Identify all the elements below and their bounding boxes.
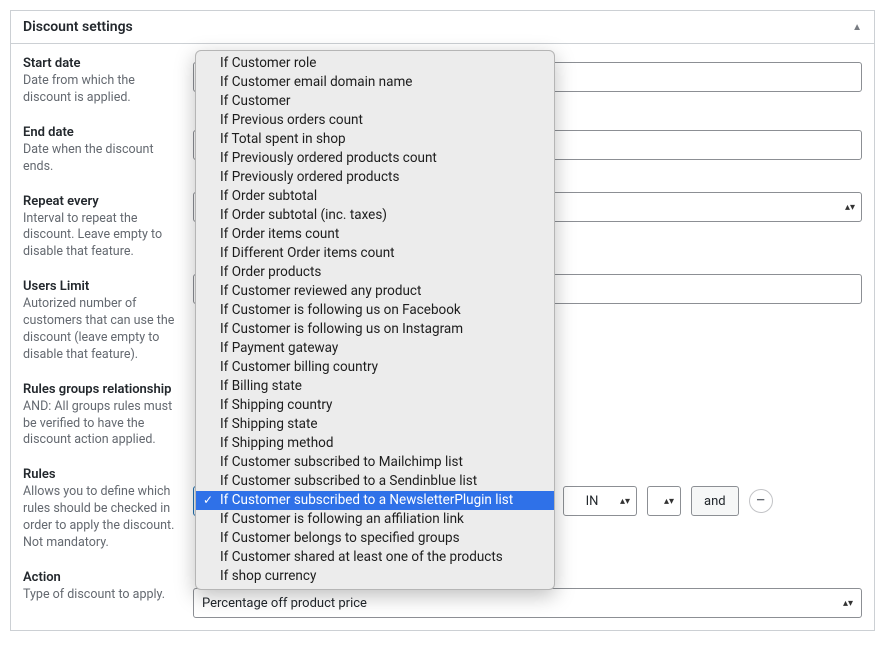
dropdown-item-label: If Previous orders count [220,112,363,128]
dropdown-item[interactable]: ✓ If Customer subscribed to a NewsletterP… [196,491,554,510]
rules-condition-dropdown[interactable]: ✓If Customer role✓If Customer email doma… [195,50,555,590]
dropdown-item[interactable]: ✓If Customer is following an affiliation… [196,510,554,529]
dropdown-item[interactable]: ✓If Customer email domain name [196,73,554,92]
chevron-updown-icon: ▴▾ [664,496,674,507]
label-rules-groups: Rules groups relationship AND: All group… [23,382,179,450]
chevron-updown-icon: ▴▾ [620,496,630,507]
dropdown-item[interactable]: ✓If Order subtotal (inc. taxes) [196,206,554,225]
label-start-date: Start date Date from which the discount … [23,56,179,107]
dropdown-item-label: If Billing state [220,378,302,394]
dropdown-item-label: If Customer subscribed to Mailchimp list [220,454,463,470]
dropdown-item-label: If Customer is following an affiliation … [220,511,464,527]
dropdown-item-label: If Customer reviewed any product [220,283,421,299]
dropdown-item[interactable]: ✓If Customer is following us on Facebook [196,301,554,320]
dropdown-item[interactable]: ✓If Shipping method [196,434,554,453]
action-select[interactable]: Percentage off product price ▴▾ [193,588,862,618]
dropdown-item[interactable]: ✓If Different Order items count [196,244,554,263]
dropdown-item[interactable]: ✓If Order subtotal [196,187,554,206]
rule-operator-select[interactable]: IN ▴▾ [563,486,637,516]
dropdown-item[interactable]: ✓If Payment gateway [196,339,554,358]
dropdown-item-label: If Customer is following us on Instagram [220,321,463,337]
dropdown-item[interactable]: ✓If Customer subscribed to Mailchimp lis… [196,453,554,472]
dropdown-item-label: If Customer subscribed to a NewsletterPl… [220,492,513,508]
dropdown-item[interactable]: ✓If Customer is following us on Instagra… [196,320,554,339]
labels-column: Start date Date from which the discount … [23,56,193,618]
action-select-row: Percentage off product price ▴▾ [193,588,862,618]
dropdown-item[interactable]: ✓If shop currency [196,567,554,586]
dropdown-item-label: If Shipping country [220,397,332,413]
dropdown-item-label: If Customer subscribed to a Sendinblue l… [220,473,477,489]
label-end-date: End date Date when the discount ends. [23,125,179,176]
rule-remove-button[interactable]: − [749,489,773,513]
dropdown-item-label: If Payment gateway [220,340,338,356]
panel-header[interactable]: Discount settings ▲ [11,11,874,44]
dropdown-item[interactable]: ✓If Customer [196,92,554,111]
rule-value-select[interactable]: ▴▾ [647,486,681,516]
dropdown-item[interactable]: ✓If Order items count [196,225,554,244]
dropdown-item-label: If Total spent in shop [220,131,346,147]
inputs-column: ✓If Customer role✓If Customer email doma… [193,56,862,618]
dropdown-item-label: If Order subtotal [220,188,317,204]
panel-title: Discount settings [23,19,133,35]
label-repeat-every: Repeat every Interval to repeat the disc… [23,194,179,262]
dropdown-item[interactable]: ✓If Previously ordered products [196,168,554,187]
dropdown-item[interactable]: ✓If Order products [196,263,554,282]
dropdown-item-label: If Customer is following us on Facebook [220,302,461,318]
dropdown-item-label: If Previously ordered products count [220,150,437,166]
dropdown-item[interactable]: ✓If Billing state [196,377,554,396]
dropdown-item[interactable]: ✓If Shipping country [196,396,554,415]
dropdown-item[interactable]: ✓If Customer billing country [196,358,554,377]
dropdown-item-label: If Customer shared at least one of the p… [220,549,503,565]
dropdown-item[interactable]: ✓If Customer shared at least one of the … [196,548,554,567]
discount-settings-panel: Discount settings ▲ Start date Date from… [10,10,875,631]
dropdown-item-label: If Order products [220,264,321,280]
chevron-updown-icon: ▴▾ [843,598,853,609]
dropdown-item-label: If Order items count [220,226,339,242]
check-icon: ✓ [203,491,213,510]
label-action: Action Type of discount to apply. [23,570,179,604]
dropdown-item[interactable]: ✓If Previous orders count [196,111,554,130]
collapse-icon[interactable]: ▲ [852,22,862,33]
rule-and-button[interactable]: and [691,486,739,516]
dropdown-item-label: If Previously ordered products [220,169,399,185]
dropdown-item-label: If Different Order items count [220,245,395,261]
dropdown-item-label: If Customer role [220,55,316,71]
dropdown-item[interactable]: ✓If Customer role [196,54,554,73]
chevron-updown-icon: ▴▾ [845,202,855,213]
dropdown-item[interactable]: ✓If Customer subscribed to a Sendinblue … [196,472,554,491]
dropdown-item[interactable]: ✓If Total spent in shop [196,130,554,149]
dropdown-item-label: If Customer belongs to specified groups [220,530,460,546]
dropdown-item[interactable]: ✓If Customer belongs to specified groups [196,529,554,548]
label-rules: Rules Allows you to define which rules s… [23,467,179,552]
dropdown-item-label: If Customer billing country [220,359,378,375]
dropdown-item-label: If Customer email domain name [220,74,412,90]
dropdown-item-label: If Shipping method [220,435,333,451]
repeat-unit-select[interactable]: s ▴▾ [525,192,863,222]
dropdown-item[interactable]: ✓If Shipping state [196,415,554,434]
dropdown-item-label: If Shipping state [220,416,318,432]
minus-icon: − [755,492,765,510]
dropdown-item-label: If Customer [220,93,290,109]
dropdown-item[interactable]: ✓If Previously ordered products count [196,149,554,168]
dropdown-item-label: If shop currency [220,568,316,584]
dropdown-item-label: If Order subtotal (inc. taxes) [220,207,387,223]
dropdown-item[interactable]: ✓If Customer reviewed any product [196,282,554,301]
label-users-limit: Users Limit Autorized number of customer… [23,279,179,364]
